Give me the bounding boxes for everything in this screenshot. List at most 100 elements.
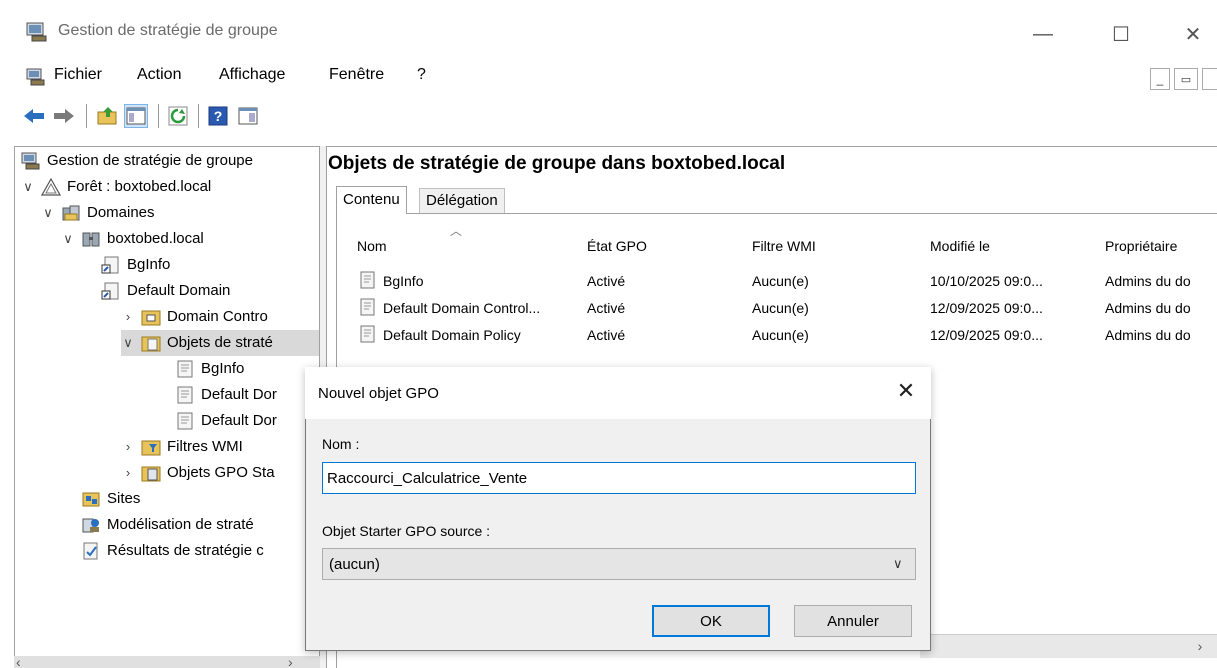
tree-node-gpo[interactable]: Default Dor xyxy=(175,382,277,408)
child-minimize-button[interactable]: _ xyxy=(1150,68,1170,90)
console-tree[interactable]: Gestion de stratégie de groupe ∨ Forêt :… xyxy=(14,146,320,668)
tree-label: Default Dor xyxy=(201,412,277,429)
minimize-button[interactable]: — xyxy=(1020,18,1066,50)
tree-node-gpo[interactable]: Default Dor xyxy=(175,408,277,434)
back-arrow-icon[interactable] xyxy=(22,104,46,128)
tab-delegation[interactable]: Délégation xyxy=(419,188,505,213)
tree-horizontal-scrollbar[interactable] xyxy=(14,656,320,668)
gpo-name[interactable]: Default Domain Policy xyxy=(383,327,521,343)
help-icon[interactable]: ? xyxy=(206,104,230,128)
scroll-left-icon[interactable]: ‹ xyxy=(16,654,21,668)
tree-label: Default Domain xyxy=(127,282,231,299)
maximize-button[interactable]: ☐ xyxy=(1098,18,1144,50)
toolbar-separator xyxy=(86,104,87,128)
menu-bar xyxy=(0,62,1217,94)
console-view-icon[interactable] xyxy=(236,104,260,128)
gpo-link-icon xyxy=(101,282,121,300)
tree-node-gpo[interactable]: BgInfo xyxy=(175,356,244,382)
tree-label: BgInfo xyxy=(127,256,171,273)
menu-affichage[interactable]: Affichage xyxy=(219,66,285,84)
ok-button[interactable]: OK xyxy=(652,605,770,637)
close-window-button[interactable]: ✕ xyxy=(1170,18,1216,50)
starter-gpo-select[interactable]: (aucun) ∨ xyxy=(322,548,916,580)
gpmc-icon xyxy=(21,152,41,170)
domains-icon xyxy=(61,204,81,222)
gpo-scroll-icon xyxy=(175,360,195,378)
gpo-modified: 12/09/2025 09:0... xyxy=(930,300,1043,316)
refresh-icon[interactable] xyxy=(166,104,190,128)
starter-gpo-label: Objet Starter GPO source : xyxy=(322,523,491,539)
mmc-system-menu-icon[interactable] xyxy=(26,68,46,86)
dialog-title: Nouvel objet GPO xyxy=(318,385,439,402)
modeling-icon xyxy=(81,516,101,534)
gpo-name[interactable]: BgInfo xyxy=(383,273,423,289)
tree-node-results[interactable]: Résultats de stratégie c xyxy=(81,538,264,564)
tree-node-forest[interactable]: ∨ Forêt : boxtobed.local xyxy=(21,174,211,200)
tree-node-root[interactable]: Gestion de stratégie de groupe xyxy=(21,148,253,174)
list-horizontal-scrollbar[interactable] xyxy=(920,634,1217,658)
sites-icon xyxy=(81,490,101,508)
scroll-right-icon[interactable]: › xyxy=(1190,634,1210,658)
column-header-nom[interactable]: Nom xyxy=(357,238,387,254)
gpo-owner: Admins du do xyxy=(1105,300,1191,316)
up-folder-icon[interactable] xyxy=(96,104,120,128)
tree-node-gpo-container[interactable]: ∨ Objets de straté xyxy=(121,330,319,356)
gpo-name[interactable]: Default Domain Control... xyxy=(383,300,540,316)
menu-fichier[interactable]: Fichier xyxy=(54,66,102,84)
tree-node-domains[interactable]: ∨ Domaines xyxy=(41,200,155,226)
tree-node-sites[interactable]: Sites xyxy=(81,486,140,512)
chevron-right-icon[interactable]: › xyxy=(121,434,135,460)
tree-node-starter-gpos[interactable]: › Objets GPO Sta xyxy=(121,460,275,486)
tree-label: Default Dor xyxy=(201,386,277,403)
menu-fenetre[interactable]: Fenêtre xyxy=(329,66,384,84)
tree-label: Résultats de stratégie c xyxy=(107,542,264,559)
wmi-filter-icon xyxy=(141,438,161,456)
tree-node-gpo-link[interactable]: Default Domain xyxy=(101,278,230,304)
tree-label: Sites xyxy=(107,490,141,507)
tree-node-wmi-filters[interactable]: › Filtres WMI xyxy=(121,434,243,460)
show-hide-tree-icon[interactable] xyxy=(124,104,148,128)
gpo-scroll-icon xyxy=(359,271,377,289)
gpo-scroll-icon xyxy=(175,412,195,430)
gpo-scroll-icon xyxy=(175,386,195,404)
menu-help[interactable]: ? xyxy=(417,66,426,84)
chevron-down-icon[interactable]: ∨ xyxy=(21,174,35,200)
gpo-state: Activé xyxy=(587,273,626,289)
column-header-proprietaire[interactable]: Propriétaire xyxy=(1105,238,1177,254)
column-header-wmi[interactable]: Filtre WMI xyxy=(752,238,816,254)
cancel-button[interactable]: Annuler xyxy=(794,605,912,637)
gpo-modified: 12/09/2025 09:0... xyxy=(930,327,1043,343)
tree-label: Domain Contro xyxy=(167,308,268,325)
tree-label: Filtres WMI xyxy=(167,438,243,455)
tree-label: Domaines xyxy=(87,204,155,221)
chevron-down-icon[interactable]: ∨ xyxy=(61,226,75,252)
tree-node-ou[interactable]: › Domain Contro xyxy=(121,304,268,330)
child-close-button[interactable] xyxy=(1202,68,1217,90)
tree-node-modeling[interactable]: Modélisation de straté xyxy=(81,512,254,538)
forest-triangle-icon xyxy=(40,177,62,196)
chevron-down-icon[interactable]: ∨ xyxy=(41,200,55,226)
forward-arrow-icon[interactable] xyxy=(52,104,76,128)
menu-action[interactable]: Action xyxy=(137,66,181,84)
svg-text:?: ? xyxy=(214,108,223,124)
gpo-wmi: Aucun(e) xyxy=(752,273,809,289)
ou-folder-icon xyxy=(141,308,161,326)
chevron-right-icon[interactable]: › xyxy=(121,304,135,330)
chevron-right-icon[interactable]: › xyxy=(121,460,135,486)
gpo-name-input[interactable] xyxy=(322,462,916,494)
tree-node-domain[interactable]: ∨ boxtobed.local xyxy=(61,226,204,252)
column-header-modifie[interactable]: Modifié le xyxy=(930,238,990,254)
dialog-close-button[interactable]: ✕ xyxy=(890,375,922,407)
toolbar-separator xyxy=(198,104,199,128)
starter-gpo-value: (aucun) xyxy=(329,555,380,573)
column-header-etat[interactable]: État GPO xyxy=(587,238,647,254)
child-restore-button[interactable]: ▭ xyxy=(1174,68,1198,90)
chevron-down-icon[interactable]: ∨ xyxy=(121,330,135,356)
domain-icon xyxy=(81,230,101,248)
tree-node-gpo-link[interactable]: BgInfo xyxy=(101,252,170,278)
tab-contenu[interactable]: Contenu xyxy=(336,186,407,214)
scroll-right-icon[interactable]: › xyxy=(288,654,293,668)
tree-label: Objets de straté xyxy=(167,334,273,351)
gpo-link-icon xyxy=(101,256,121,274)
gpo-scroll-icon xyxy=(359,325,377,343)
